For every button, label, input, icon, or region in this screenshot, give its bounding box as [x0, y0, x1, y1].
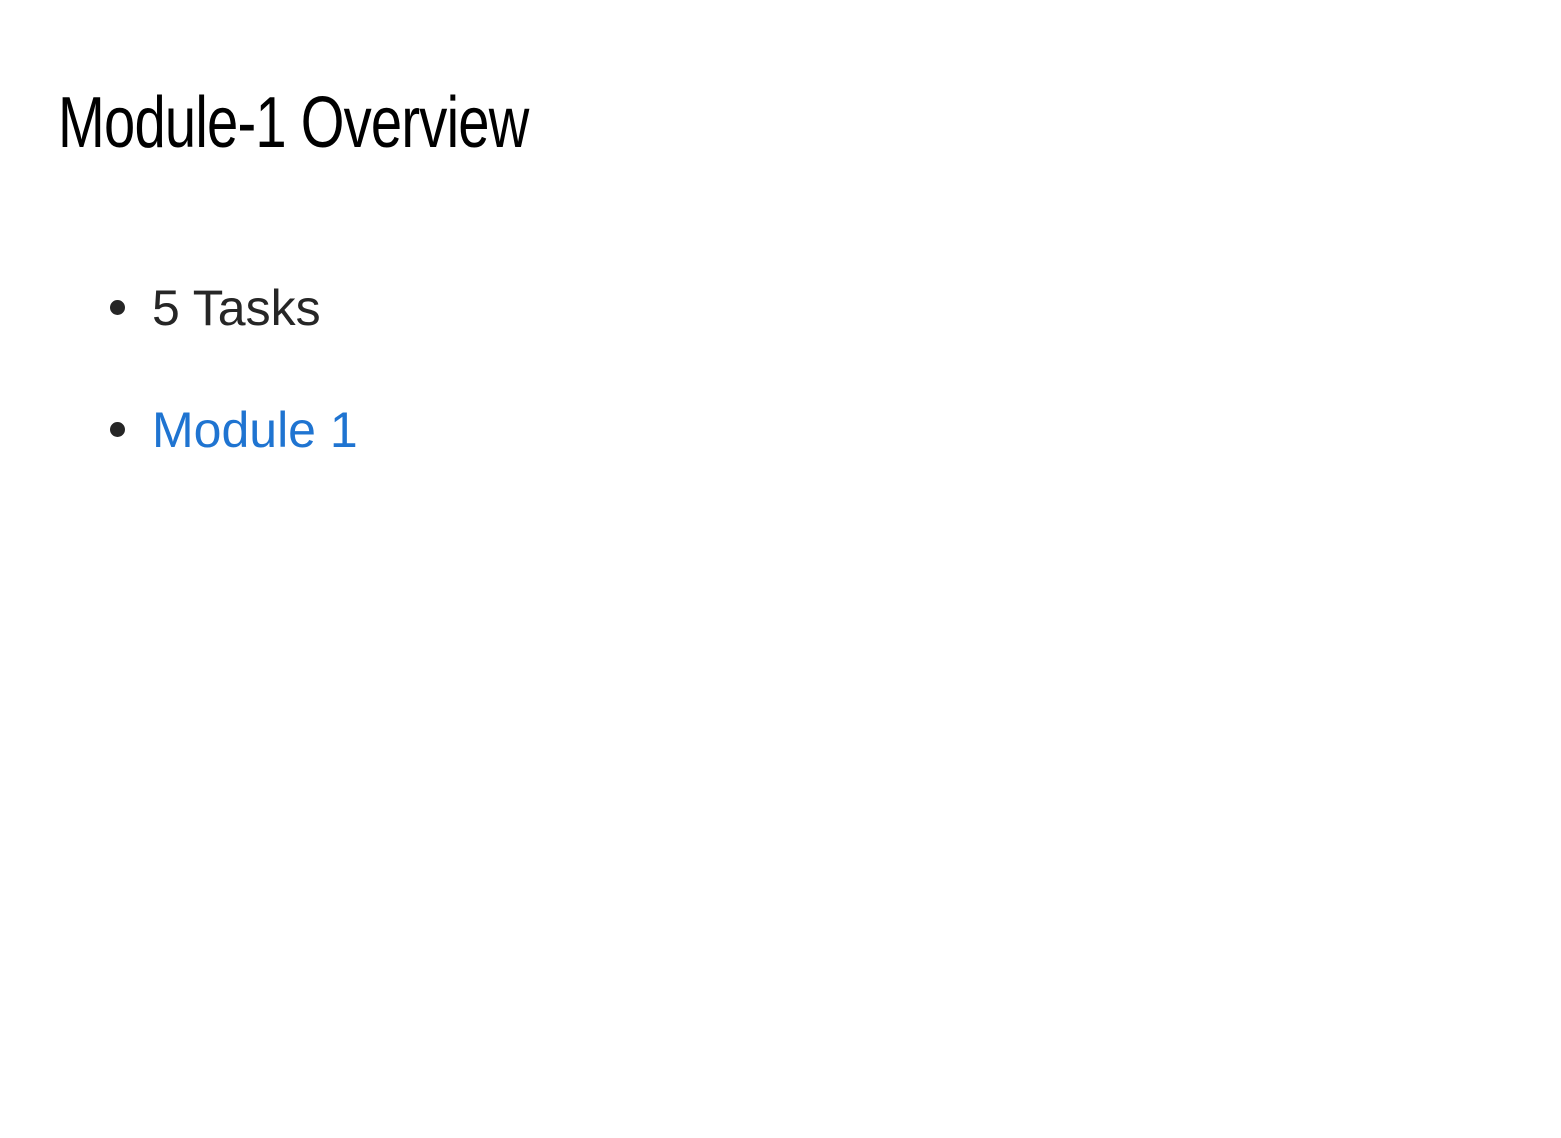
page: Module-1 Overview 5 Tasks Module 1 — [0, 0, 1561, 1138]
tasks-count-text: 5 Tasks — [152, 280, 321, 336]
module-1-link[interactable]: Module 1 — [152, 400, 358, 460]
bullet-dot-icon — [110, 422, 125, 437]
bullet-dot-icon — [110, 300, 125, 315]
page-title: Module-1 Overview — [58, 83, 529, 163]
